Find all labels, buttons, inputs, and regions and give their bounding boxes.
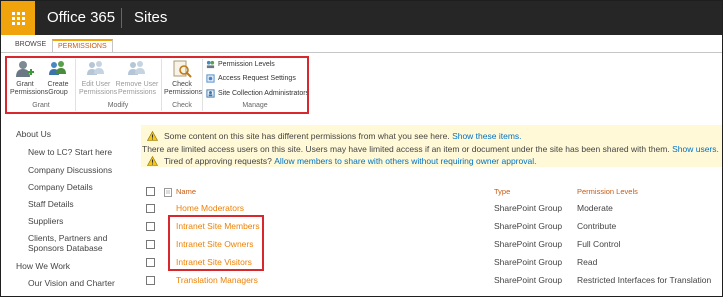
status-bar: Some content on this site has different … bbox=[141, 125, 722, 167]
column-header-permission-levels[interactable]: Permission Levels bbox=[577, 187, 638, 196]
row-checkbox[interactable] bbox=[146, 258, 155, 267]
nav-item-company-discussions[interactable]: Company Discussions bbox=[28, 165, 112, 175]
group-name-link[interactable]: Home Moderators bbox=[176, 203, 244, 213]
status-text-3: Tired of approving requests? bbox=[164, 156, 272, 166]
nav-item-new-to-lc[interactable]: New to LC? Start here bbox=[28, 147, 112, 157]
app-name[interactable]: Sites bbox=[134, 9, 167, 26]
row-checkbox[interactable] bbox=[146, 204, 155, 213]
column-header-type[interactable]: Type bbox=[494, 187, 510, 196]
group-type: SharePoint Group bbox=[494, 257, 563, 267]
nav-item-vision-charter[interactable]: Our Vision and Charter bbox=[28, 278, 115, 288]
nav-item-clients-partners[interactable]: Clients, Partners and bbox=[28, 233, 107, 243]
group-permission-level: Contribute bbox=[577, 221, 617, 231]
office-365-brand[interactable]: Office 365 bbox=[47, 9, 115, 26]
tab-browse[interactable]: BROWSE bbox=[10, 39, 51, 53]
group-type: SharePoint Group bbox=[494, 221, 563, 231]
sharepoint-window: Office 365 Sites BROWSE PERMISSIONS Gran… bbox=[0, 0, 723, 297]
status-line-approving-requests: Tired of approving requests? Allow membe… bbox=[147, 156, 536, 166]
suite-divider bbox=[121, 8, 122, 28]
group-type: SharePoint Group bbox=[494, 203, 563, 213]
intranet-groups-highlight-box bbox=[168, 215, 264, 271]
group-permission-level: Restricted Interfaces for Translation bbox=[577, 275, 712, 285]
row-checkbox[interactable] bbox=[146, 222, 155, 231]
nav-item-company-details[interactable]: Company Details bbox=[28, 182, 93, 192]
column-header-name[interactable]: Name bbox=[176, 187, 196, 196]
document-type-icon bbox=[164, 188, 172, 197]
ribbon-highlight-box bbox=[5, 56, 309, 114]
tab-permissions[interactable]: PERMISSIONS bbox=[52, 39, 113, 53]
nav-item-suppliers[interactable]: Suppliers bbox=[28, 216, 63, 226]
nav-item-about-us[interactable]: About Us bbox=[16, 129, 51, 139]
nav-item-sponsors-database[interactable]: Sponsors Database bbox=[28, 243, 103, 253]
row-checkbox[interactable] bbox=[146, 276, 155, 285]
group-permission-level: Full Control bbox=[577, 239, 621, 249]
show-these-items-link[interactable]: Show these items. bbox=[452, 131, 521, 141]
warning-icon bbox=[147, 156, 158, 166]
status-line-limited-access: There are limited access users on this s… bbox=[142, 144, 719, 154]
waffle-icon[interactable] bbox=[1, 1, 35, 35]
nav-item-staff-details[interactable]: Staff Details bbox=[28, 199, 74, 209]
table-header: Name Type Permission Levels bbox=[141, 184, 722, 202]
suite-bar: Office 365 Sites bbox=[1, 1, 722, 35]
group-name-link[interactable]: Translation Managers bbox=[176, 275, 258, 285]
status-text-1: Some content on this site has different … bbox=[164, 131, 450, 141]
group-type: SharePoint Group bbox=[494, 275, 563, 285]
select-all-checkbox[interactable] bbox=[146, 187, 155, 196]
group-permission-level: Read bbox=[577, 257, 598, 267]
allow-members-share-link[interactable]: Allow members to share with others witho… bbox=[274, 156, 536, 166]
show-users-link[interactable]: Show users. bbox=[672, 144, 719, 154]
ribbon-tabs: BROWSE PERMISSIONS bbox=[1, 35, 722, 53]
group-type: SharePoint Group bbox=[494, 239, 563, 249]
row-checkbox[interactable] bbox=[146, 240, 155, 249]
group-permission-level: Moderate bbox=[577, 203, 613, 213]
nav-item-how-we-work[interactable]: How We Work bbox=[16, 261, 70, 271]
warning-icon bbox=[147, 131, 158, 141]
table-row: Translation Managers SharePoint Group Re… bbox=[141, 273, 722, 291]
status-line-different-permissions: Some content on this site has different … bbox=[147, 131, 522, 141]
status-text-2: There are limited access users on this s… bbox=[142, 144, 670, 154]
